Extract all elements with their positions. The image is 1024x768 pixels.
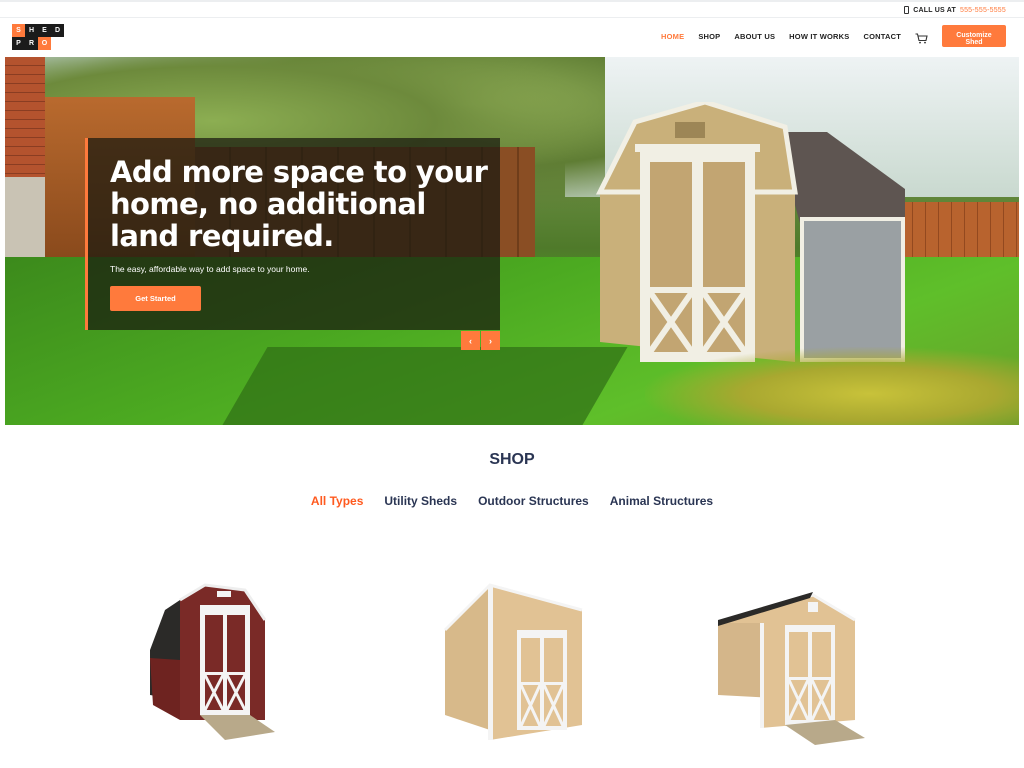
tan-lean-to-shed-image [443, 583, 583, 740]
nav-home[interactable]: HOME [661, 32, 684, 41]
logo-letter: R [25, 37, 38, 50]
top-bar: CALL US AT 555-555-5555 [0, 0, 1024, 18]
chevron-right-icon: › [489, 335, 492, 346]
tab-utility-sheds[interactable]: Utility Sheds [384, 494, 457, 508]
logo-letter: P [12, 37, 25, 50]
phone-number[interactable]: 555-555-5555 [960, 7, 1006, 14]
nav-shop[interactable]: SHOP [698, 32, 720, 41]
header: S H E D P R O HOME SHOP ABOUT US HOW IT … [0, 18, 1024, 57]
hero-bush [645, 347, 1019, 425]
call-us[interactable]: CALL US AT 555-555-5555 [904, 6, 1006, 14]
logo-spacer [51, 37, 64, 50]
logo-letter: H [25, 24, 38, 37]
chevron-left-icon: ‹ [469, 335, 472, 346]
hero-shed-side [800, 217, 905, 362]
tab-outdoor-structures[interactable]: Outdoor Structures [478, 494, 589, 508]
shop-filter-tabs: All Types Utility Sheds Outdoor Structur… [0, 494, 1024, 508]
nav-about-us[interactable]: ABOUT US [734, 32, 775, 41]
tab-animal-structures[interactable]: Animal Structures [610, 494, 713, 508]
product-card-tan-lean-to-shed[interactable] [440, 580, 610, 750]
cart-icon[interactable] [915, 31, 928, 43]
tab-all-types[interactable]: All Types [311, 494, 363, 508]
logo-letter: D [51, 24, 64, 37]
phone-icon [904, 6, 910, 14]
customize-shed-button[interactable]: Customize Shed [942, 25, 1006, 47]
hero-subtext: The easy, affordable way to add space to… [110, 264, 310, 274]
red-gambrel-shed-image [150, 583, 275, 740]
carousel-prev-button[interactable]: ‹ [461, 331, 480, 350]
shop-title: SHOP [489, 451, 535, 468]
tan-gable-shed-image [717, 592, 865, 745]
hero-shadow [222, 347, 628, 425]
logo-letter: E [38, 24, 51, 37]
hero-shed-image [595, 102, 798, 362]
product-card-red-gambrel-shed[interactable] [145, 580, 315, 750]
nav-contact[interactable]: CONTACT [863, 32, 901, 41]
call-us-label: CALL US AT [913, 6, 956, 14]
logo[interactable]: S H E D P R O [12, 24, 64, 50]
get-started-button[interactable]: Get Started [110, 286, 201, 311]
carousel-next-button[interactable]: › [481, 331, 500, 350]
main-nav: HOME SHOP ABOUT US HOW IT WORKS CONTACT … [661, 25, 1006, 47]
logo-letter: O [38, 37, 51, 50]
hero-headline: Add more space to your home, no addition… [110, 155, 488, 253]
product-card-tan-gable-shed[interactable] [715, 580, 885, 750]
logo-letter: S [12, 24, 25, 37]
nav-how-it-works[interactable]: HOW IT WORKS [789, 32, 849, 41]
